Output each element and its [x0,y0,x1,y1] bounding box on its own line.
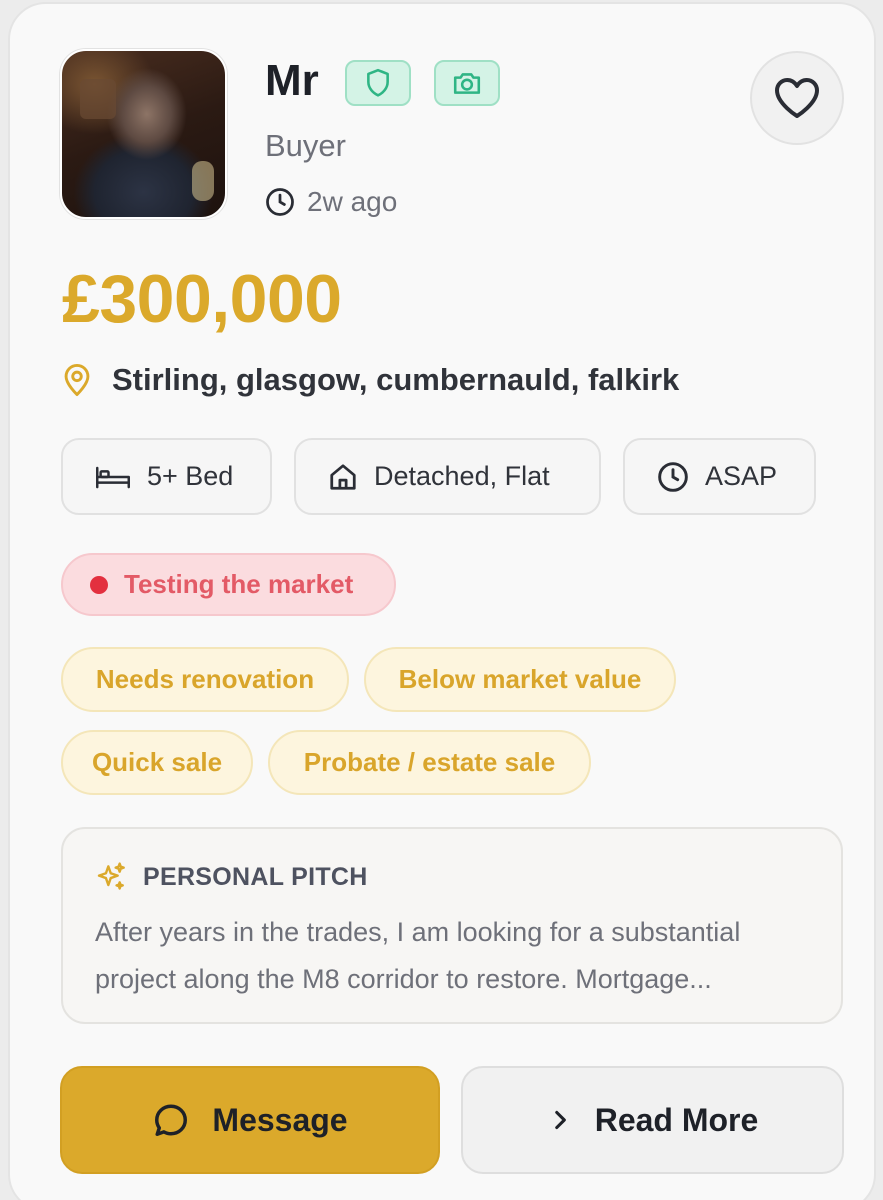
tag: Below market value [364,647,676,712]
status-label: Testing the market [124,569,354,599]
message-button-label: Message [212,1101,348,1138]
timeline-chip: ASAP [623,438,816,515]
pitch-heading: PERSONAL PITCH [143,862,368,891]
personal-pitch: PERSONAL PITCH After years in the trades… [61,827,843,1024]
buyer-card: Mr Buyer 2w ago £300,000 Stirling, glasg… [8,2,876,1200]
house-icon [330,463,356,490]
posted-time: 2w ago [265,186,397,218]
heart-icon [775,78,819,118]
photo-badge [434,60,500,106]
tag: Needs renovation [61,647,349,712]
camera-icon [453,73,481,94]
price: £300,000 [62,261,342,337]
clock-icon [266,188,294,216]
avatar [60,49,227,219]
status-dot [90,575,108,594]
timeline-label: ASAP [705,461,778,491]
location-text: Stirling, glasgow, cumbernauld, falkirk [112,362,680,397]
read-more-button[interactable]: Read More [461,1066,844,1174]
bedrooms-label: 5+ Bed [147,461,234,491]
verified-badge [345,60,411,106]
posted-time-label: 2w ago [307,186,398,217]
read-more-button-label: Read More [594,1101,759,1138]
message-button[interactable]: Message [60,1066,440,1174]
shield-icon [367,68,389,97]
bed-icon [96,466,130,488]
bedrooms-chip: 5+ Bed [61,438,272,515]
favourite-button[interactable] [750,51,844,145]
status-badge: Testing the market [61,553,396,616]
location: Stirling, glasgow, cumbernauld, falkirk [62,362,679,398]
sparkles-icon [97,862,125,890]
pitch-text: After years in the trades, I am looking … [95,917,741,994]
buyer-name: Mr [265,56,319,105]
tag: Probate / estate sale [268,730,591,795]
clock-icon [658,461,688,492]
buyer-role: Buyer [265,128,346,163]
property-type-chip: Detached, Flat [294,438,601,515]
property-type-label: Detached, Flat [374,461,550,491]
location-pin-icon [64,363,90,397]
pitch-header: PERSONAL PITCH [95,861,368,893]
chevron-right-icon [554,1110,566,1130]
tag: Quick sale [61,730,253,795]
chat-bubble-icon [155,1104,188,1136]
